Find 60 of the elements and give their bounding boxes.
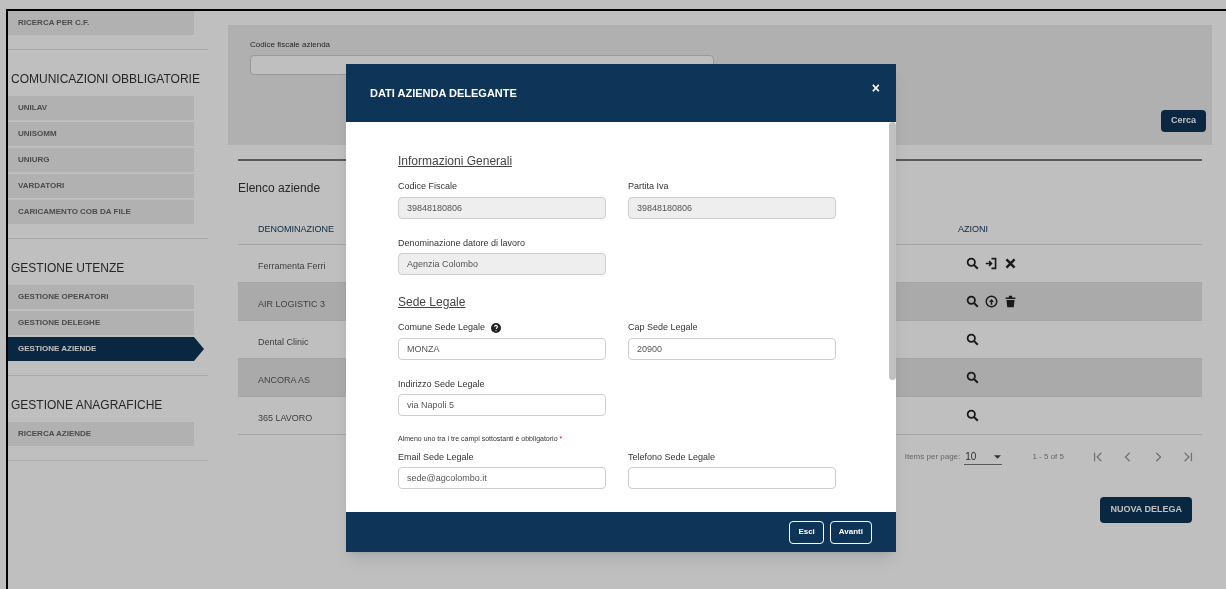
scrollbar-thumb[interactable] — [889, 122, 896, 380]
sidebar-item[interactable]: GESTIONE AZIENDE — [8, 337, 204, 361]
sidebar-section-title: COMUNICAZIONI OBBLIGATORIE — [10, 71, 201, 88]
text-field[interactable]: via Napoli 5 — [398, 394, 606, 416]
sidebar-item[interactable]: GESTIONE OPERATORI — [8, 285, 194, 309]
trash-icon[interactable] — [1004, 295, 1017, 308]
field-label: Partita Iva — [628, 180, 669, 193]
first-page-icon[interactable] — [1092, 451, 1104, 463]
field-label: Email Sede Legale — [398, 450, 474, 464]
text-field[interactable]: sede@agcolombo.it — [398, 467, 606, 489]
page-size-select[interactable]: 10 — [964, 449, 1003, 465]
caret-icon — [994, 454, 1002, 459]
sidebar-item[interactable]: RICERCA AZIENDE — [8, 422, 194, 446]
search-icon[interactable] — [966, 257, 979, 270]
table-cell: Ferramenta Ferri — [258, 260, 326, 271]
section-heading: Sede Legale — [398, 294, 467, 311]
field-label: Comune Sede Legale — [398, 321, 486, 334]
sidebar-item[interactable]: CARICAMENTO COB DA FILE — [8, 200, 194, 224]
field-label: Indirizzo Sede Legale — [398, 377, 485, 391]
sidebar-section-title: GESTIONE UTENZE — [10, 260, 126, 277]
page-range: 1 - 5 of 5 — [1032, 451, 1064, 463]
items-per-page-label: Items per page: — [904, 451, 961, 463]
sidebar-item[interactable]: UNILAV — [8, 96, 194, 120]
sidebar-item[interactable]: VARDATORI — [8, 174, 194, 198]
sidebar-item[interactable]: RICERCA PER C.F. — [8, 11, 194, 35]
search-icon[interactable] — [966, 371, 979, 384]
text-field[interactable]: MONZA — [398, 337, 606, 360]
field-label: Telefono Sede Legale — [628, 450, 716, 464]
last-page-icon[interactable] — [1182, 451, 1194, 463]
circle-arrow-up-icon[interactable] — [985, 295, 998, 308]
search-icon[interactable] — [966, 333, 979, 346]
field-label: Codice fiscale azienda — [250, 39, 332, 51]
help-icon[interactable] — [491, 322, 502, 333]
table-cell: AIR LOGISTIC 3 — [258, 298, 326, 309]
section-heading: Informazioni Generali — [398, 153, 514, 170]
sidebar-item[interactable]: UNISOMM — [8, 122, 194, 146]
table-cell: 365 LAVORO — [258, 412, 313, 423]
login-icon[interactable] — [985, 257, 998, 270]
footer-button[interactable]: Esci — [789, 520, 824, 544]
new-delegation-button[interactable]: NUOVA DELEGA — [1100, 497, 1192, 523]
close-icon[interactable] — [1004, 257, 1017, 270]
text-field[interactable] — [628, 467, 836, 489]
column-header: DENOMINAZIONE — [257, 222, 335, 236]
close-button[interactable]: × — [871, 77, 880, 99]
sidebar-item[interactable]: UNIURG — [8, 148, 194, 172]
column-header: AZIONI — [958, 222, 988, 236]
search-icon[interactable] — [966, 295, 979, 308]
search-button[interactable]: Cerca — [1160, 110, 1206, 132]
text-field[interactable]: 20900 — [628, 337, 836, 360]
field-label: Codice Fiscale — [398, 180, 458, 193]
modal-title: DATI AZIENDA DELEGANTE — [370, 85, 517, 101]
sidebar-item[interactable]: GESTIONE DELEGHE — [8, 311, 194, 335]
table-cell: ANCORA AS — [258, 374, 311, 385]
table-cell: Dental Clinic — [258, 336, 309, 347]
field-label: Cap Sede Legale — [628, 321, 698, 334]
search-icon[interactable] — [966, 409, 979, 422]
sidebar-section-title: GESTIONE ANAGRAFICHE — [10, 397, 164, 414]
footer-button[interactable]: Avanti — [829, 520, 872, 544]
field-label: Denominazione datore di lavoro — [398, 236, 526, 250]
list-title: Elenco aziende — [238, 180, 321, 197]
